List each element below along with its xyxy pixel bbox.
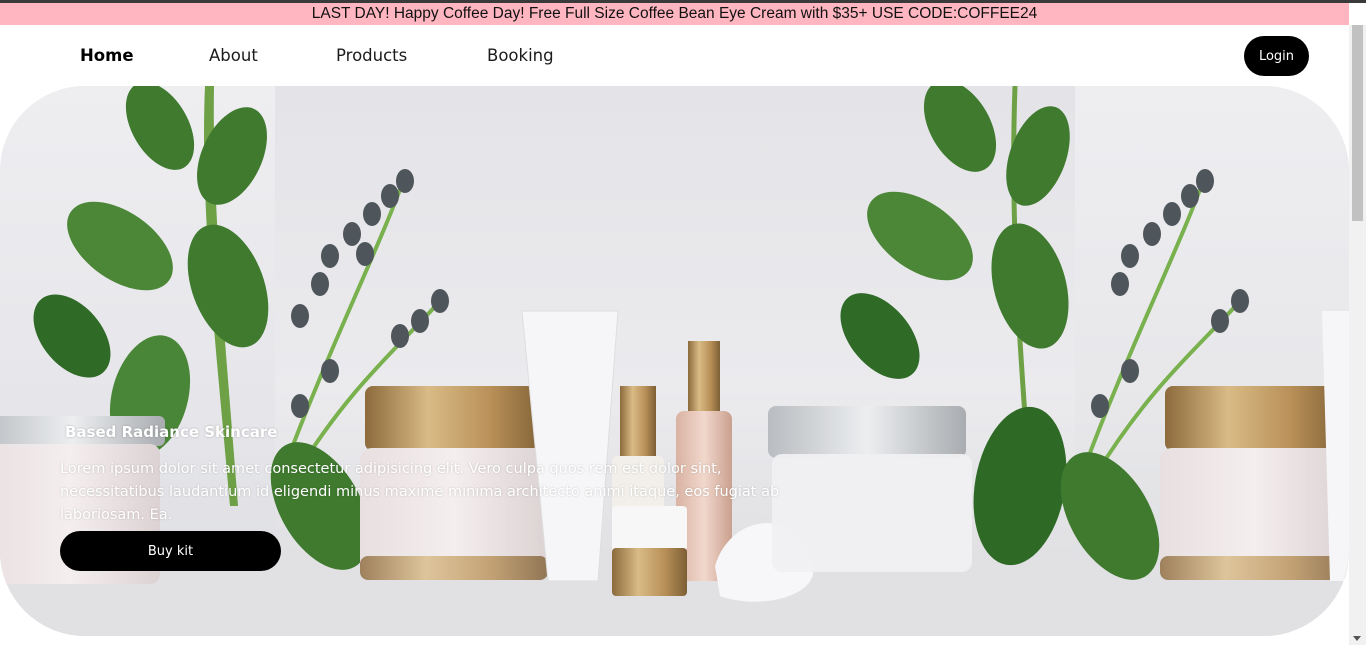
vertical-scrollbar[interactable] [1349, 25, 1366, 645]
scroll-down-arrow-icon[interactable] [1353, 636, 1361, 641]
nav-item-booking[interactable]: Booking [487, 46, 554, 65]
promo-banner: LAST DAY! Happy Coffee Day! Free Full Si… [0, 3, 1349, 25]
scrollbar-thumb[interactable] [1352, 25, 1363, 221]
promo-text: LAST DAY! Happy Coffee Day! Free Full Si… [311, 5, 1038, 22]
nav-item-home[interactable]: Home [80, 46, 134, 65]
hero-banner: Based Radiance Skincare Lorem ipsum dolo… [0, 86, 1349, 636]
nav-item-about[interactable]: About [209, 46, 258, 65]
hero-title: Based Radiance Skincare [65, 423, 278, 441]
hero-description: Lorem ipsum dolor sit amet consectetur a… [60, 461, 780, 523]
main-nav: Home About Products Booking Login [0, 25, 1349, 86]
login-button[interactable]: Login [1244, 36, 1309, 76]
buy-kit-button[interactable]: Buy kit [60, 531, 281, 571]
nav-item-products[interactable]: Products [336, 46, 407, 65]
